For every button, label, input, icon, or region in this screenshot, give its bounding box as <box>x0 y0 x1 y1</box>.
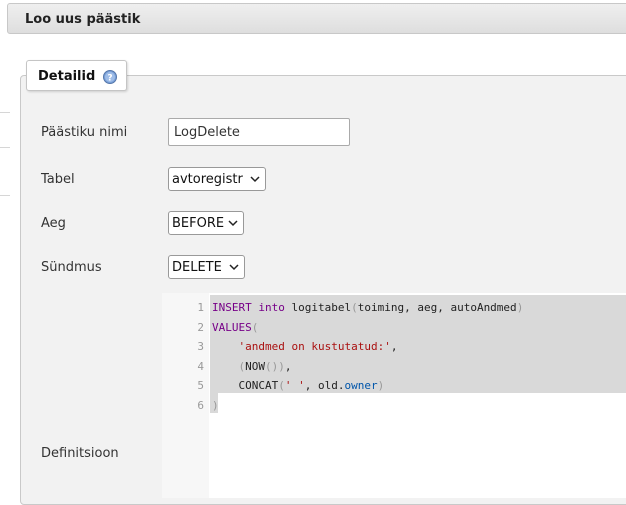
table-select[interactable]: avtoregistr <box>168 167 266 191</box>
code-line: VALUES( <box>212 320 259 334</box>
line-number: 4 <box>197 359 204 373</box>
table-label: Tabel <box>41 172 75 187</box>
definition-label: Definitsioon <box>41 446 119 461</box>
event-label: Sündmus <box>41 260 102 275</box>
line-number: 5 <box>197 379 204 393</box>
left-divider <box>0 195 10 196</box>
page-header: Loo uus päästik <box>7 3 626 34</box>
trigger-name-input[interactable] <box>168 118 350 146</box>
chevron-down-icon <box>228 220 238 227</box>
chevron-down-icon <box>229 264 239 271</box>
line-number: 6 <box>197 399 204 412</box>
left-divider <box>0 112 10 113</box>
time-select-value: BEFORE <box>172 216 225 231</box>
code-line: ) <box>212 399 219 412</box>
code-line: CONCAT(' ', old.owner) <box>212 379 385 393</box>
line-number: 1 <box>197 301 204 314</box>
event-select-value: DELETE <box>172 260 222 275</box>
legend-label: Detailid <box>38 69 96 84</box>
svg-text:?: ? <box>107 74 112 84</box>
code-line: 'andmed on kustutatud:', <box>238 340 398 354</box>
chevron-down-icon <box>250 176 260 183</box>
time-select[interactable]: BEFORE <box>168 211 244 235</box>
code-line: INSERT into logitabel(toiming, aeg, auto… <box>212 301 524 314</box>
code-line: (NOW()), <box>238 359 292 373</box>
table-select-value: avtoregistr <box>172 172 243 187</box>
line-number: 2 <box>197 320 204 334</box>
time-label: Aeg <box>41 216 66 231</box>
definition-code-editor[interactable]: 1 2 3 4 5 6 INSERT into logitabel(toiming, aeg… <box>162 293 626 498</box>
event-select[interactable]: DELETE <box>168 255 245 279</box>
left-divider <box>0 147 10 148</box>
details-legend: Detailid ? <box>26 60 127 91</box>
trigger-name-label: Päästiku nimi <box>41 125 128 140</box>
line-number: 3 <box>197 340 204 354</box>
page-title: Loo uus päästik <box>25 12 141 27</box>
help-icon[interactable]: ? <box>103 70 117 84</box>
